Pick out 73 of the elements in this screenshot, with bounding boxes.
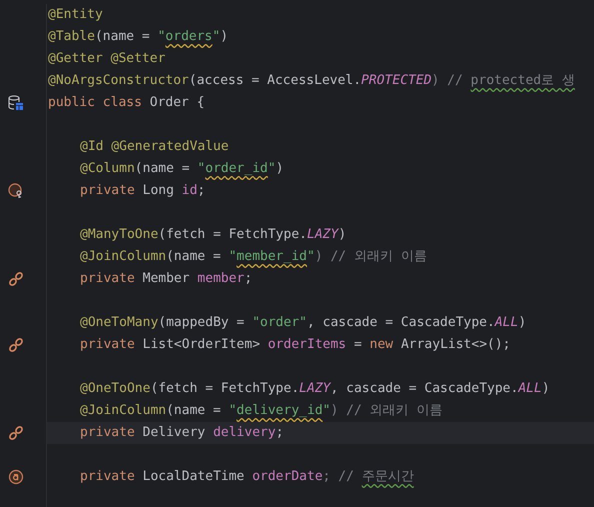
code-text: ) [338, 226, 346, 244]
code-text: ArrayList<>(); [400, 336, 511, 354]
code-text: @OneToMany [80, 314, 158, 332]
code-text: private [80, 270, 136, 288]
code-text: = [352, 336, 363, 354]
misspelled-text: orders [165, 28, 212, 46]
code-text: "order" [252, 314, 307, 332]
code-text: ; // [322, 468, 355, 486]
code-text: " [212, 28, 220, 46]
code-text: (mappedBy = [158, 314, 246, 332]
code-text: id [182, 182, 198, 200]
code-text: delivery [213, 424, 276, 442]
flagged-text: 주문시간 [362, 468, 414, 486]
misspelled-text: delivery_id [236, 402, 323, 420]
code-text: (access = AccessLevel. [188, 72, 362, 90]
code-text: " [197, 160, 206, 178]
code-text: (name = [166, 248, 222, 266]
code-text: (fetch = FetchType. [150, 380, 300, 398]
code-text: (name = [94, 28, 151, 46]
code-text: ) [276, 160, 284, 178]
code-text: Long [142, 182, 175, 200]
code-text: (name = [134, 160, 191, 178]
code-text: ) [518, 314, 526, 332]
code-text: @Table [48, 28, 95, 46]
code-text: member [197, 270, 244, 288]
code-text: LocalDateTime [142, 468, 246, 486]
code-text: " [322, 402, 330, 420]
code-text: Order { [150, 94, 205, 112]
code-text: public class [48, 94, 143, 112]
code-text: @Getter @Setter [48, 50, 166, 68]
code-text: " [228, 402, 237, 420]
misspelled-text: member_id [236, 248, 307, 266]
code-text: ; [197, 182, 206, 200]
code-text: " [268, 160, 276, 178]
code-text: LAZY [307, 226, 338, 244]
code-text: private [80, 424, 136, 442]
code-text: PROTECTED [361, 72, 432, 90]
code-text: @NoArgsConstructor [48, 72, 189, 90]
code-text: @Entity [48, 6, 103, 24]
code-text: ) [542, 380, 550, 398]
code-text: orderDate [252, 468, 323, 486]
code-text: private [80, 468, 136, 486]
code-text: " [228, 248, 237, 266]
code-text: @JoinColumn [80, 402, 166, 420]
code-text: @ManyToOne [80, 226, 158, 244]
code-text: ) // 외래키 이름 [330, 402, 442, 420]
code-text: " [307, 248, 315, 266]
code-text: , cascade = CascadeType. [330, 380, 518, 398]
code-text: LAZY [299, 380, 330, 398]
code-text: Delivery [142, 424, 206, 442]
code-text: ALL [518, 380, 542, 398]
code-text: private [80, 336, 136, 354]
code-text: @OneToOne [80, 380, 150, 398]
code-text: (fetch = FetchType. [158, 226, 307, 244]
code-text: @JoinColumn [80, 248, 166, 266]
code-text: ; [276, 424, 284, 442]
code-text: @Column [80, 160, 135, 178]
code-text: List<OrderItem> [142, 336, 262, 354]
code-text: " [158, 28, 166, 46]
code-text: Member [142, 270, 191, 288]
code-text: ) // 외래키 이름 [314, 248, 427, 266]
code-text: ) [220, 28, 228, 46]
code-text: ; [244, 270, 252, 288]
flagged-text: protected로 생 [470, 72, 575, 90]
code-text: orderItems [268, 336, 346, 354]
code-text: , cascade = CascadeType. [307, 314, 495, 332]
code-text: ALL [494, 314, 518, 332]
code-text: (name = [166, 402, 222, 420]
code-text: ) // [432, 72, 464, 90]
code-text: private [80, 182, 136, 200]
code-text: @Id @GeneratedValue [80, 138, 229, 156]
misspelled-text: order_id [205, 160, 268, 178]
code-text: new [370, 336, 394, 354]
